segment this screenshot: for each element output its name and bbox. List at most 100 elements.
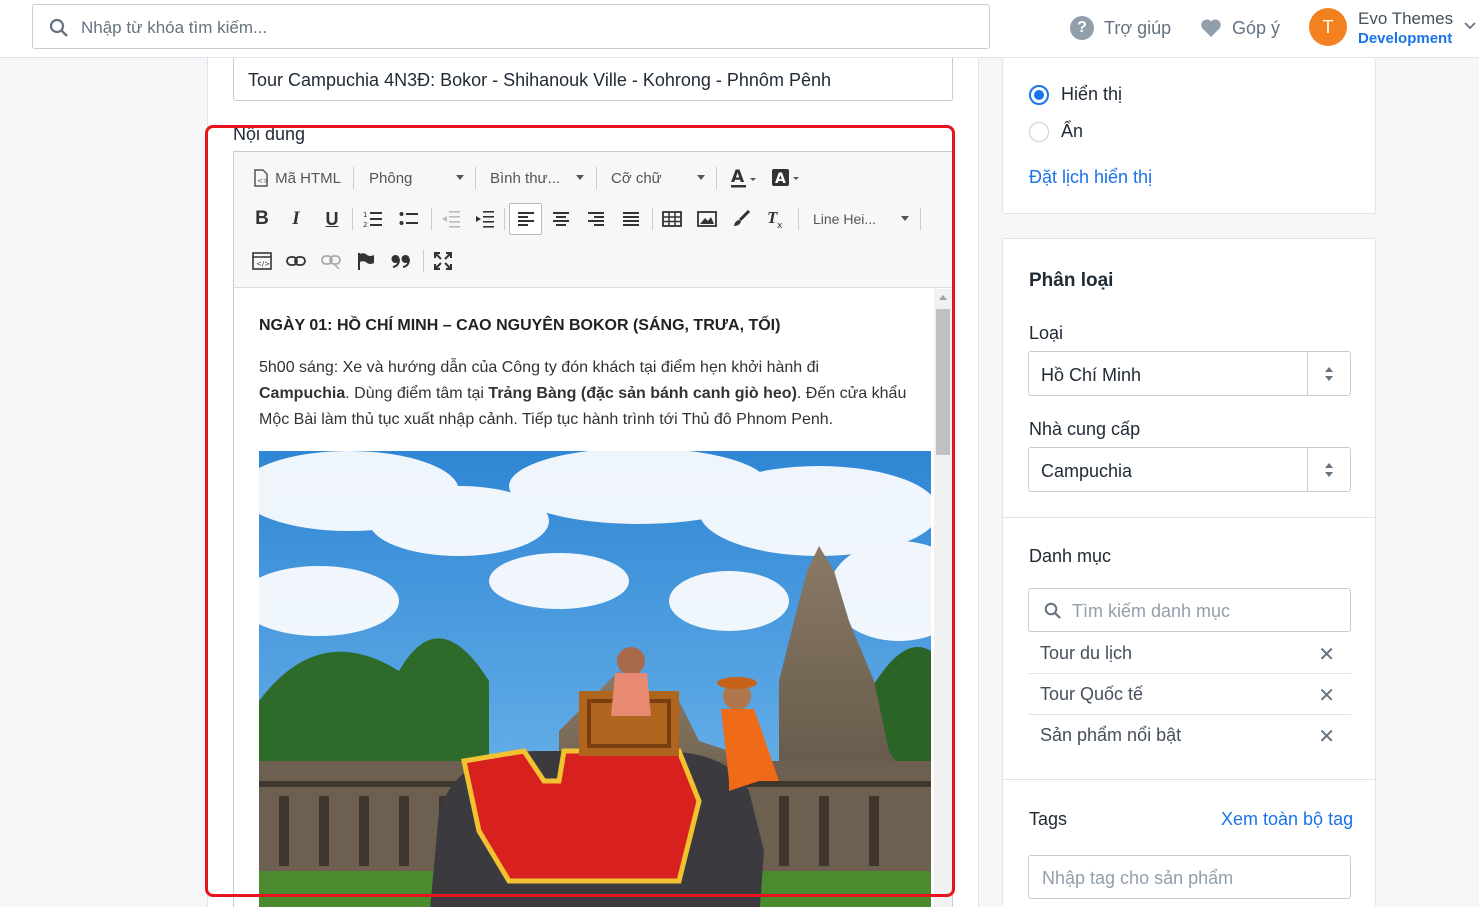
caret-down-icon	[697, 175, 705, 180]
feedback-link[interactable]: Góp ý	[1200, 14, 1280, 42]
toolbar-divider	[504, 208, 505, 230]
insert-image-button[interactable]	[692, 204, 722, 234]
feedback-label: Góp ý	[1232, 17, 1281, 38]
category-row: Sản phẩm nổi bật ✕	[1028, 715, 1351, 756]
product-title-input[interactable]: Tour Campuchia 4N3Đ: Bokor - Shihanouk V…	[233, 58, 953, 101]
toolbar-divider	[353, 167, 354, 189]
align-left-button[interactable]	[509, 203, 542, 235]
font-family-dropdown[interactable]: Phông	[369, 163, 464, 193]
bullet-list-icon	[399, 212, 418, 225]
category-label: Danh mục	[1029, 546, 1112, 566]
question-icon: ?	[1070, 16, 1094, 40]
code-view-button[interactable]: </>	[248, 246, 276, 276]
tags-label: Tags	[1029, 809, 1068, 829]
insert-anchor-button[interactable]	[352, 246, 380, 276]
align-right-icon	[588, 212, 604, 226]
product-type-label: Loại	[1029, 323, 1064, 343]
category-search-placeholder: Tìm kiếm danh mục	[1072, 601, 1231, 621]
ordered-list-icon: 12	[363, 211, 382, 228]
paragraph-format-dropdown[interactable]: Bình thư...	[490, 163, 584, 193]
remove-category-icon[interactable]: ✕	[1318, 724, 1335, 749]
vendor-label: Nhà cung cấp	[1029, 419, 1141, 439]
scrollbar-thumb[interactable]	[936, 309, 950, 455]
vendor-select[interactable]: Campuchia	[1028, 447, 1351, 492]
font-size-dropdown[interactable]: Cỡ chữ	[611, 163, 705, 193]
svg-text:A: A	[775, 171, 786, 187]
outdent-icon	[442, 211, 460, 228]
visibility-show-radio[interactable]: Hiển thị	[1029, 84, 1122, 105]
paragraph-bold: Trảng Bàng (đặc sản bánh canh giò heo)	[488, 385, 797, 402]
html-source-button[interactable]: <> Mã HTML	[250, 163, 344, 193]
view-all-tags-link[interactable]: Xem toàn bộ tag	[1221, 809, 1353, 830]
unlink-icon	[321, 255, 341, 269]
content-label: Nội dung	[233, 124, 306, 144]
bullet-list-button[interactable]	[394, 204, 424, 234]
radio-selected-icon	[1029, 84, 1049, 105]
product-type-select[interactable]: Hồ Chí Minh	[1028, 351, 1351, 396]
font-family-label: Phông	[369, 169, 413, 187]
heart-icon	[1201, 19, 1221, 37]
align-right-button[interactable]	[581, 204, 611, 234]
category-row: Tour Quốc tế ✕	[1028, 674, 1351, 715]
visibility-hide-radio[interactable]: Ẩn	[1029, 121, 1083, 142]
text-color-button[interactable]: A	[726, 163, 760, 193]
underline-button[interactable]: U	[318, 204, 346, 234]
svg-text:</>: </>	[256, 260, 270, 268]
blockquote-button[interactable]	[387, 246, 415, 276]
product-type-value: Hồ Chí Minh	[1041, 365, 1142, 385]
toolbar-divider	[596, 167, 597, 189]
align-center-icon	[553, 212, 569, 226]
svg-text:A: A	[731, 167, 745, 187]
editor-scrollbar[interactable]	[934, 289, 952, 907]
caret-down-icon	[901, 216, 909, 221]
day-paragraph: 5h00 sáng: Xe và hướng dẫn của Công ty đ…	[259, 355, 909, 433]
outdent-button[interactable]	[436, 204, 466, 234]
schedule-visibility-link[interactable]: Đặt lịch hiển thị	[1029, 167, 1152, 188]
svg-text:<>: <>	[257, 177, 269, 185]
line-height-label: Line Hei...	[813, 211, 877, 227]
insert-link-button[interactable]	[282, 246, 310, 276]
category-search-input[interactable]: Tìm kiếm danh mục	[1028, 588, 1351, 632]
html-source-label: Mã HTML	[275, 169, 341, 187]
fullscreen-button[interactable]	[428, 246, 458, 276]
italic-button[interactable]: I	[282, 204, 310, 234]
insert-table-button[interactable]	[657, 204, 687, 234]
background-color-button[interactable]: A	[767, 163, 803, 193]
unlink-button[interactable]	[317, 246, 345, 276]
bold-button[interactable]: B	[248, 204, 276, 234]
line-height-dropdown[interactable]: Line Hei...	[813, 204, 909, 234]
help-label: Trợ giúp	[1104, 17, 1172, 38]
paint-brush-icon	[734, 210, 751, 226]
global-search-input[interactable]: Nhập từ khóa tìm kiếm...	[32, 4, 990, 49]
toolbar-divider	[798, 208, 799, 230]
align-center-button[interactable]	[546, 204, 576, 234]
format-painter-button[interactable]	[726, 204, 756, 234]
toolbar-divider	[352, 208, 353, 230]
flag-icon	[358, 253, 374, 270]
chevron-down-icon[interactable]	[1463, 19, 1477, 33]
toolbar-divider	[716, 167, 717, 189]
svg-text:2: 2	[363, 221, 367, 228]
tags-placeholder: Nhập tag cho sản phẩm	[1042, 868, 1234, 888]
store-name[interactable]: Evo Themes	[1358, 9, 1453, 29]
link-icon	[286, 256, 306, 266]
text-color-icon: A	[731, 167, 756, 188]
paragraph-text: 5h00 sáng: Xe và hướng dẫn của Công ty đ…	[259, 359, 820, 376]
avatar[interactable]: T	[1309, 8, 1347, 46]
align-justify-button[interactable]	[616, 204, 646, 234]
section-divider	[1003, 779, 1375, 780]
remove-category-icon[interactable]: ✕	[1318, 642, 1335, 667]
scroll-up-icon[interactable]	[939, 295, 947, 300]
clear-format-button[interactable]: Tx	[761, 204, 791, 234]
angkor-elephant-photo	[259, 451, 931, 907]
tags-input[interactable]: Nhập tag cho sản phẩm	[1028, 855, 1351, 899]
indent-button[interactable]	[470, 204, 500, 234]
ordered-list-button[interactable]: 12	[358, 204, 388, 234]
remove-category-icon[interactable]: ✕	[1318, 683, 1335, 708]
code-window-icon: </>	[252, 252, 272, 270]
editor-content-area[interactable]: NGÀY 01: HỒ CHÍ MINH – CAO NGUYÊN BOKOR …	[234, 289, 934, 907]
select-arrows-icon	[1307, 448, 1350, 491]
classification-card: Phân loại Loại Hồ Chí Minh Nhà cung cấp …	[1002, 238, 1376, 907]
help-link[interactable]: ? Trợ giúp	[1070, 14, 1171, 42]
toolbar-divider	[920, 208, 921, 230]
